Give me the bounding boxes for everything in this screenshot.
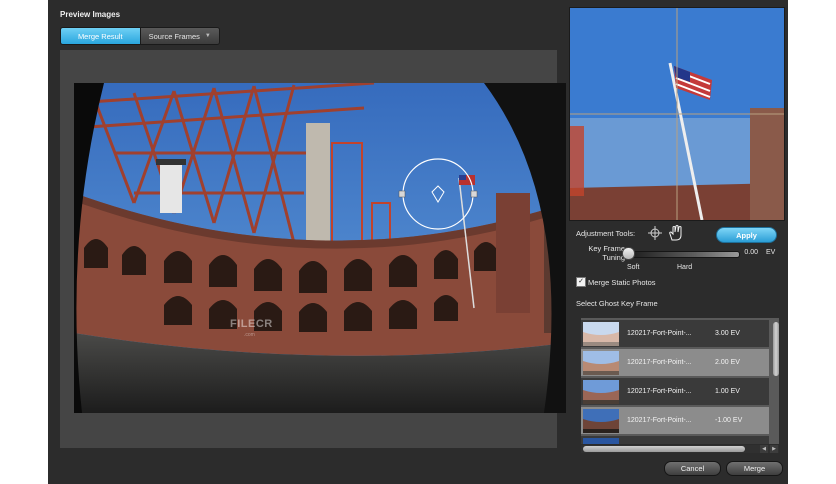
frame-name: 120217-Fort-Point-... <box>627 417 692 424</box>
fisheye-courtyard-photo <box>74 83 566 413</box>
key-frame-tuning-label: Key Frame Tuning <box>588 244 625 262</box>
frame-thumbnail <box>583 437 619 444</box>
ghost-selection-circle[interactable] <box>398 154 478 234</box>
frame-thumbnail <box>583 379 619 404</box>
key-frame-list-horizontal-scrollbar[interactable] <box>583 446 745 452</box>
view-tabs: Merge Result Source Frames ▼ <box>60 27 220 45</box>
hdr-merge-dialog: Preview Images Merge Result Source Frame… <box>48 0 788 484</box>
key-frame-tuning-unit: EV <box>766 249 776 256</box>
resize-handle-right[interactable] <box>470 190 478 198</box>
frame-name: 120217-Fort-Point-... <box>627 330 692 337</box>
key-frame-tuning-value: 0.00 <box>744 249 758 256</box>
panel-title: Preview Images <box>60 10 121 19</box>
key-frame-tuning-slider[interactable] <box>628 251 740 258</box>
tab-label: Merge Result <box>77 31 123 41</box>
merge-button[interactable]: Merge <box>726 461 783 476</box>
crosshair-icon[interactable] <box>648 226 662 240</box>
zoom-preview <box>569 7 785 221</box>
hand-icon[interactable] <box>668 225 683 241</box>
key-frame-row[interactable]: 120217-Fort-Point-... 1.00 EV <box>581 378 769 405</box>
scroll-left-arrow-icon[interactable]: ◀ <box>760 445 768 453</box>
checkmark-icon: ✓ <box>578 278 584 285</box>
key-frame-row-partial[interactable] <box>581 436 769 444</box>
frame-name: 120217-Fort-Point-... <box>627 359 692 366</box>
slider-min-label: Soft <box>627 264 640 271</box>
frame-name: 120217-Fort-Point-... <box>627 388 692 395</box>
ghost-key-frame-label: Select Ghost Key Frame <box>576 299 658 308</box>
key-frame-row[interactable]: 120217-Fort-Point-... 2.00 EV <box>581 349 769 376</box>
merge-static-photos-checkbox[interactable]: ✓ <box>576 277 586 287</box>
watermark: FILECR <box>230 318 273 330</box>
frame-ev: 2.00 EV <box>715 359 740 366</box>
merge-static-photos-label: Merge Static Photos <box>588 278 656 287</box>
zoomed-flag-photo <box>570 8 784 220</box>
key-frame-list-vertical-scrollbar[interactable] <box>773 322 779 376</box>
scroll-right-arrow-icon[interactable]: ▶ <box>770 445 778 453</box>
slider-thumb[interactable] <box>622 247 635 260</box>
tab-merge-result[interactable]: Merge Result <box>61 28 140 44</box>
merge-result-image[interactable] <box>74 83 566 413</box>
key-frame-row[interactable]: 120217-Fort-Point-... 3.00 EV <box>581 320 769 347</box>
cancel-button[interactable]: Cancel <box>664 461 721 476</box>
slider-max-label: Hard <box>677 264 693 271</box>
key-frame-row[interactable]: 120217-Fort-Point-... -1.00 EV <box>581 407 769 434</box>
apply-button[interactable]: Apply <box>716 227 777 243</box>
tab-source-frames[interactable]: Source Frames ▼ <box>139 28 219 44</box>
frame-thumbnail <box>583 321 619 346</box>
adjustment-tools-label: Adjustment Tools: <box>576 229 636 238</box>
watermark-subtext: .com <box>244 332 255 338</box>
frame-ev: 1.00 EV <box>715 388 740 395</box>
key-frame-list: 120217-Fort-Point-... 3.00 EV 120217-For… <box>581 318 779 444</box>
tab-label: Source Frames <box>148 31 200 41</box>
resize-handle-left[interactable] <box>398 190 406 198</box>
preview-canvas: FILECR .com <box>60 50 566 448</box>
frame-ev: 3.00 EV <box>715 330 740 337</box>
bridge-tower <box>306 123 330 253</box>
frame-thumbnail <box>583 350 619 375</box>
frame-thumbnail <box>583 408 619 433</box>
frame-ev: -1.00 EV <box>715 417 743 424</box>
chevron-down-icon: ▼ <box>204 33 211 39</box>
